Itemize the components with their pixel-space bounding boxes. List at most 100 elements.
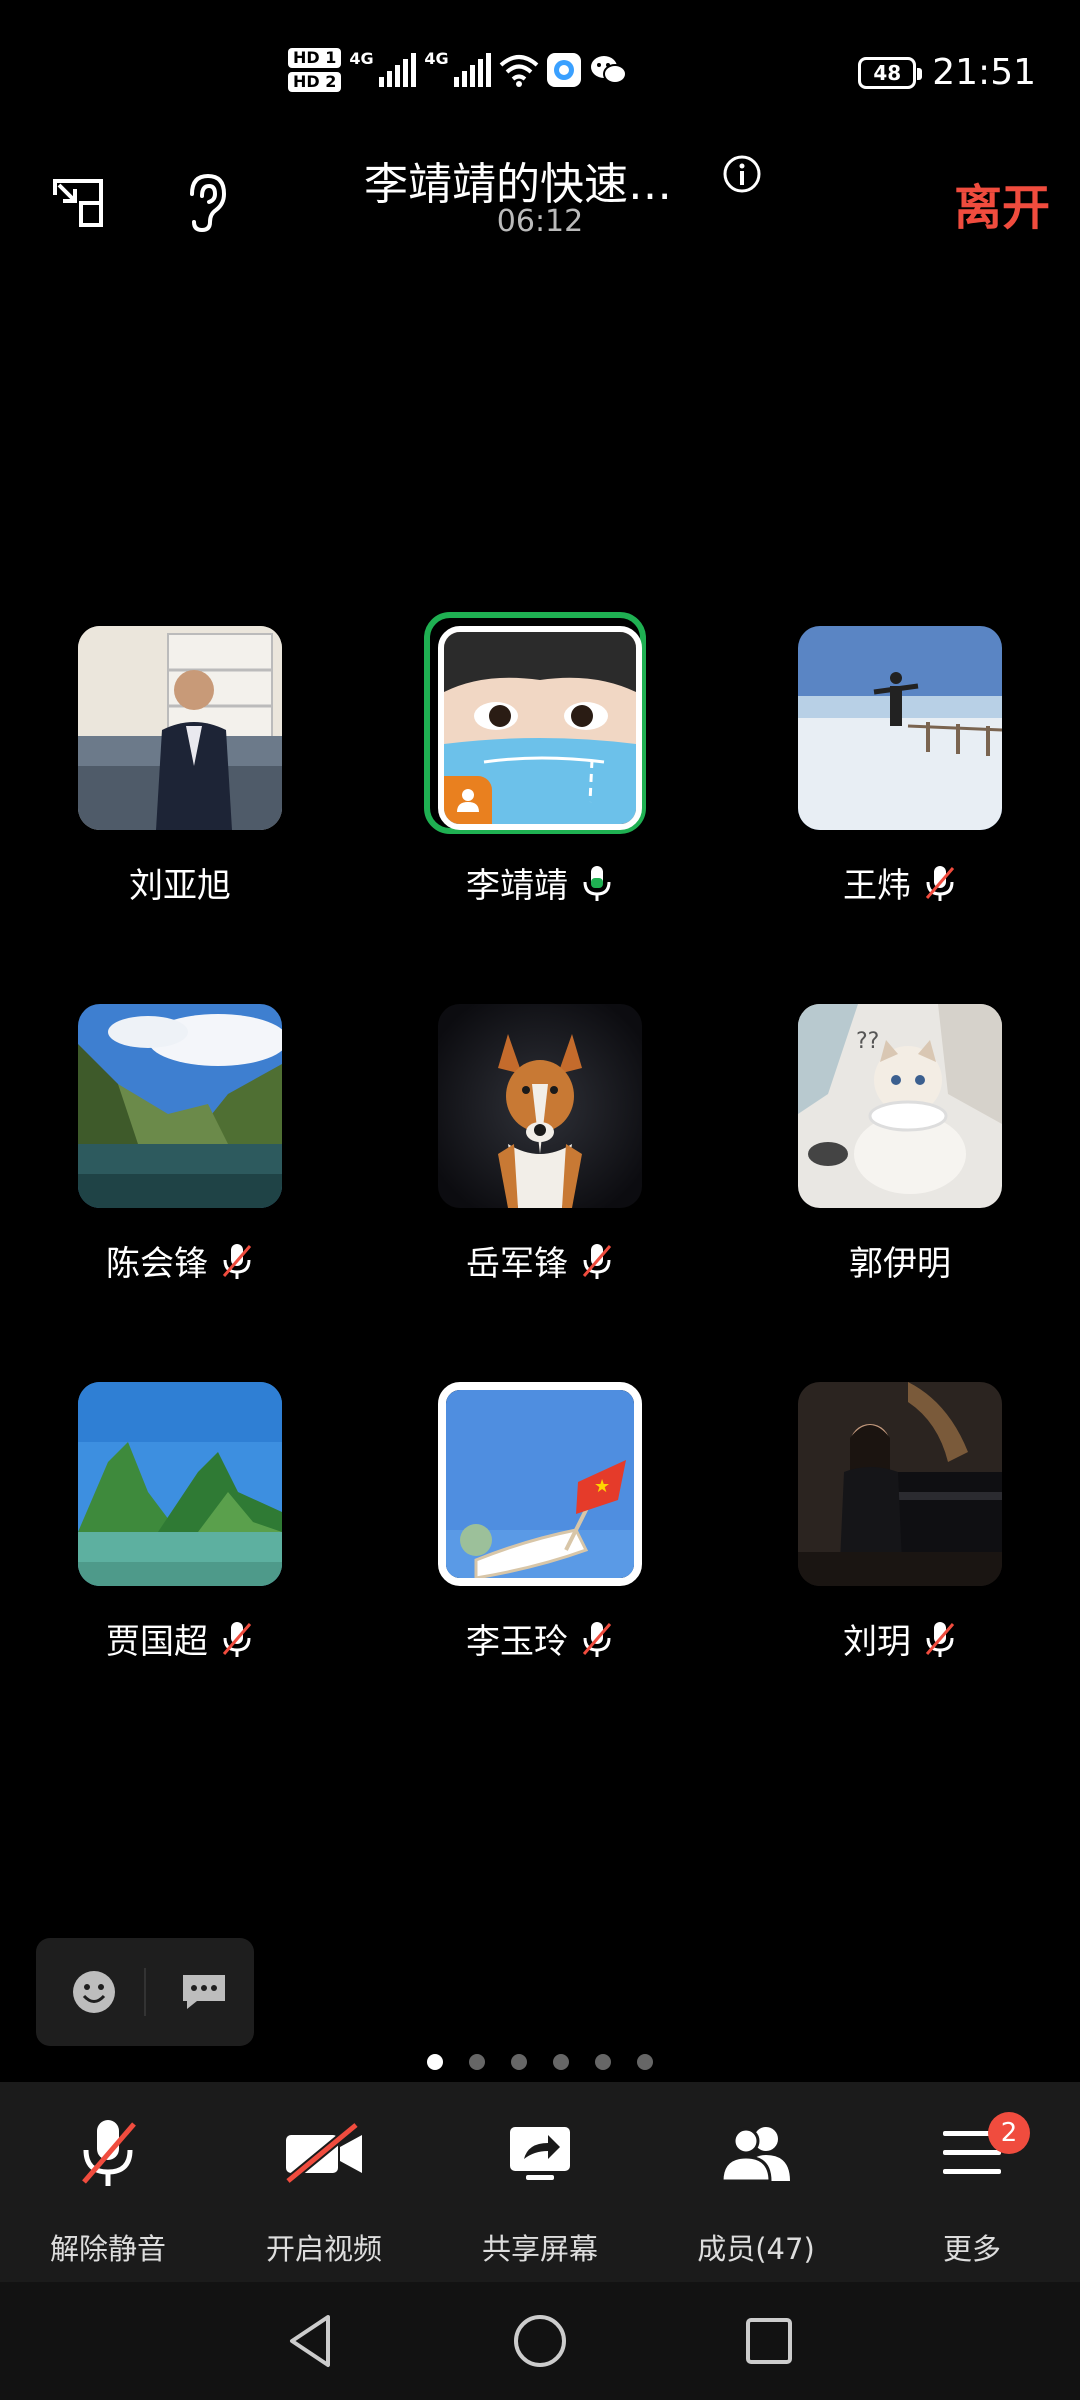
chat-bubble-icon	[183, 1975, 225, 2009]
participant-tile[interactable]: 贾国超	[30, 1382, 330, 1682]
participant-tile-speaking[interactable]: 李靖靖	[390, 612, 690, 926]
participant-name-row: 陈会锋	[30, 1236, 330, 1285]
info-icon[interactable]	[722, 154, 762, 194]
share-screen-label: 共享屏幕	[481, 2232, 598, 2266]
participant-name: 刘玥	[843, 1622, 911, 1662]
participant-name-row: 岳军锋	[390, 1236, 690, 1285]
svg-text:??: ??	[856, 1029, 879, 1054]
signal-1-icon: 4G	[349, 49, 417, 87]
quick-chat-panel	[36, 1938, 254, 2046]
battery-icon: 48	[858, 56, 923, 89]
start-video-label: 开启视频	[265, 2232, 382, 2266]
members-icon	[720, 2127, 790, 2183]
hd-indicators: HD 1 HD 2	[288, 48, 342, 92]
page-dot[interactable]	[637, 2054, 653, 2070]
home-button[interactable]	[505, 2306, 575, 2376]
avatar	[438, 1004, 642, 1208]
mic-on-icon	[583, 865, 611, 901]
unmute-label: 解除静音	[49, 2232, 166, 2266]
mic-muted-icon	[582, 1243, 612, 1279]
wechat-icon	[591, 56, 628, 84]
divider	[144, 1968, 146, 2016]
unmute-button[interactable]: 解除静音	[8, 2108, 208, 2268]
wifi-icon	[500, 55, 539, 87]
host-badge	[444, 776, 492, 824]
participant-tile[interactable]: 陈会锋	[30, 1004, 330, 1304]
participant-name-row: 郭伊明	[750, 1236, 1050, 1285]
participant-name: 岳军锋	[466, 1244, 568, 1284]
participant-tile[interactable]: ★ 李玉玲	[390, 1382, 690, 1682]
svg-text:★: ★	[594, 1476, 610, 1497]
chat-button[interactable]	[176, 1964, 232, 2020]
participant-name-row: 李玉玲	[390, 1614, 690, 1663]
smiley-icon	[73, 1971, 115, 2013]
participant-tile[interactable]: 刘亚旭	[30, 626, 330, 926]
participant-name: 郭伊明	[849, 1244, 951, 1284]
mic-muted-icon	[82, 2120, 136, 2186]
mic-muted-icon	[582, 1621, 612, 1657]
page-dot-active[interactable]	[427, 2054, 443, 2070]
avatar	[798, 626, 1002, 830]
share-screen-button[interactable]: 共享屏幕	[440, 2108, 640, 2268]
hd1-badge: HD 1	[288, 48, 342, 68]
mic-muted-icon	[925, 865, 955, 901]
page-dot[interactable]	[595, 2054, 611, 2070]
members-label: 成员(47)	[697, 2232, 815, 2266]
avatar	[78, 626, 282, 830]
participant-name-row: 刘玥	[750, 1614, 1050, 1663]
qq-browser-icon	[547, 53, 582, 87]
more-button[interactable]: 2 更多	[872, 2108, 1072, 2268]
participant-tile[interactable]: 岳军锋	[390, 1004, 690, 1304]
page-dot[interactable]	[511, 2054, 527, 2070]
participant-tile[interactable]: ?? 郭伊明	[750, 1004, 1050, 1304]
participant-name: 贾国超	[106, 1622, 208, 1662]
page-indicator	[0, 2054, 1080, 2070]
back-triangle-icon	[290, 2315, 330, 2367]
participant-name: 王炜	[843, 866, 911, 906]
system-nav-bar	[0, 2282, 1080, 2400]
avatar	[78, 1382, 282, 1586]
meeting-title[interactable]: 李靖靖的快速…	[364, 148, 672, 212]
participant-tile[interactable]: 王炜	[750, 626, 1050, 926]
participant-name-row: 李靖靖	[390, 858, 690, 907]
avatar	[438, 626, 642, 830]
participant-name: 刘亚旭	[129, 866, 231, 906]
host-icon	[457, 789, 479, 812]
participant-name-row: 王炜	[750, 858, 1050, 907]
mic-muted-icon	[925, 1621, 955, 1657]
more-label: 更多	[942, 2232, 1001, 2266]
page-dot[interactable]	[469, 2054, 485, 2070]
leave-button[interactable]: 离开	[954, 168, 1050, 238]
participant-name-row: 贾国超	[30, 1614, 330, 1663]
participant-name-row: 刘亚旭	[30, 858, 330, 907]
meeting-header: 李靖靖的快速… 06:12 离开	[0, 140, 1080, 260]
avatar: ??	[798, 1004, 1002, 1208]
avatar: ★	[438, 1382, 642, 1586]
back-button[interactable]	[276, 2306, 346, 2376]
hd2-badge: HD 2	[288, 72, 342, 92]
avatar	[78, 1004, 282, 1208]
emoji-button[interactable]	[66, 1964, 122, 2020]
meeting-toolbar: 解除静音 开启视频 共享屏幕 成员(47) 2 更多	[0, 2082, 1080, 2282]
status-right: 48 21:51	[858, 52, 1036, 93]
start-video-button[interactable]: 开启视频	[224, 2108, 424, 2268]
participant-name: 陈会锋	[106, 1244, 208, 1284]
notification-badge: 2	[988, 2112, 1030, 2154]
meeting-duration: 06:12	[496, 204, 584, 239]
clock: 21:51	[932, 52, 1036, 93]
status-icons: HD 1 HD 2 4G 4G	[288, 48, 628, 92]
recents-square-icon	[746, 2318, 792, 2364]
home-circle-icon	[514, 2315, 566, 2367]
members-button[interactable]: 成员(47)	[656, 2108, 856, 2268]
share-screen-icon	[510, 2127, 570, 2180]
signal-2-icon: 4G	[424, 49, 492, 87]
page-dot[interactable]	[553, 2054, 569, 2070]
participant-name: 李靖靖	[466, 866, 568, 906]
camera-off-icon	[285, 2123, 362, 2183]
avatar	[798, 1382, 1002, 1586]
recents-button[interactable]	[734, 2306, 804, 2376]
participant-name: 李玉玲	[466, 1622, 568, 1662]
mic-muted-icon	[222, 1621, 252, 1657]
participant-tile[interactable]: 刘玥	[750, 1382, 1050, 1682]
status-bar: HD 1 HD 2 4G 4G 48 21:51	[0, 0, 1080, 150]
